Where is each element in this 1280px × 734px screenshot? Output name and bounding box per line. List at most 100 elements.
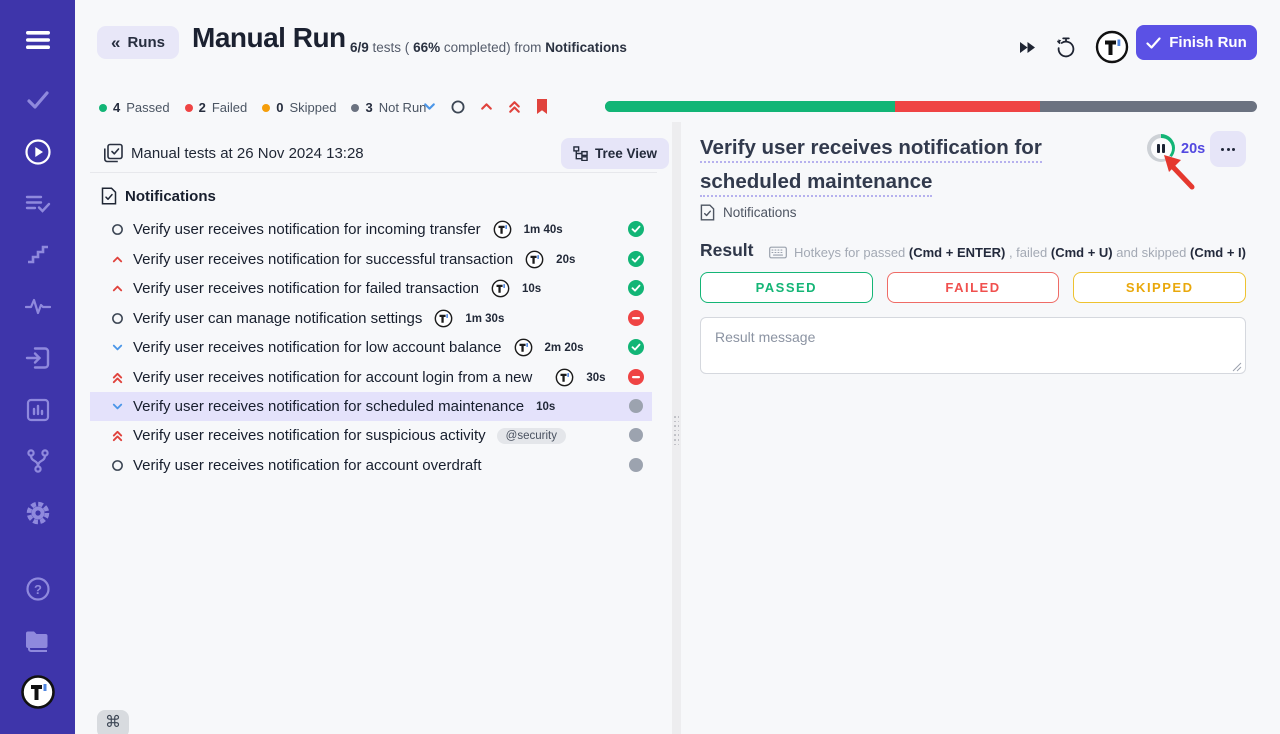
notrun-count: 3Not Run — [351, 100, 426, 115]
tree-icon — [573, 146, 588, 161]
test-row[interactable]: Verify user receives notification for in… — [90, 215, 652, 244]
progress-passed — [605, 101, 895, 112]
suite-doc-icon — [101, 187, 117, 205]
low-priority-icon — [110, 341, 124, 355]
status-notrun-icon — [628, 398, 644, 414]
critical-priority-icon — [110, 371, 124, 385]
elapsed-timer: 20s — [1181, 141, 1205, 157]
app-logo[interactable] — [0, 672, 75, 712]
duration-label: 1m 40s — [524, 224, 563, 236]
status-passed-icon — [628, 221, 644, 237]
assignee-badge — [491, 279, 510, 298]
result-message-input[interactable] — [700, 317, 1246, 374]
back-to-runs-button[interactable]: « Runs — [97, 26, 179, 59]
pause-icon — [1151, 138, 1172, 159]
failed-button[interactable]: FAILED — [887, 272, 1060, 303]
import-icon[interactable] — [0, 338, 75, 378]
status-passed-icon — [628, 251, 644, 267]
page-title: Manual Run — [192, 22, 346, 54]
normal-priority-icon — [110, 459, 124, 473]
steps-icon[interactable] — [0, 235, 75, 275]
critical-priority-icon — [110, 429, 124, 443]
duration-label: 10s — [522, 283, 541, 295]
failed-count: 2Failed — [185, 100, 248, 115]
normal-priority-icon — [110, 223, 124, 237]
high-priority-icon — [110, 282, 124, 296]
assignee-badge — [493, 220, 512, 239]
status-notrun-icon — [628, 427, 644, 443]
tree-view-button[interactable]: Tree View — [561, 138, 669, 169]
pulse-icon[interactable] — [0, 287, 75, 327]
passed-button[interactable]: PASSED — [700, 272, 873, 303]
skipped-count: 0Skipped — [262, 100, 336, 115]
test-row[interactable]: Verify user receives notification for lo… — [90, 333, 652, 362]
test-detail-title[interactable]: Verify user receives notification for sc… — [700, 131, 1140, 199]
failed-dot — [185, 104, 193, 112]
low-priority-icon[interactable] — [422, 99, 437, 114]
folder-icon[interactable] — [0, 621, 75, 661]
test-row[interactable]: Verify user receives notification for ac… — [90, 451, 652, 480]
assignee-badge — [525, 250, 544, 269]
check-icon[interactable] — [0, 80, 75, 120]
assignee-badge — [434, 309, 453, 328]
duration-label: 30s — [586, 372, 605, 384]
hotkeys-hint: Hotkeys for passed (Cmd + ENTER) , faile… — [700, 245, 1246, 260]
help-icon[interactable]: ? — [0, 569, 75, 609]
assignee-badge — [555, 368, 574, 387]
duration-label: 20s — [556, 254, 575, 266]
skipped-button[interactable]: SKIPPED — [1073, 272, 1246, 303]
sidebar: ? — [0, 0, 75, 734]
low-priority-icon — [110, 400, 124, 414]
test-row-selected[interactable]: Verify user receives notification for sc… — [90, 392, 652, 421]
status-passed-icon — [628, 280, 644, 296]
status-counts: 4Passed 2Failed 0Skipped 3Not Run — [99, 100, 426, 115]
status-passed-icon — [628, 339, 644, 355]
branch-icon[interactable] — [0, 441, 75, 481]
suite-notifications[interactable]: Notifications — [101, 187, 216, 205]
keyboard-icon — [769, 246, 787, 259]
test-row[interactable]: Verify user receives notification for su… — [90, 421, 652, 450]
bookmark-icon[interactable] — [535, 98, 549, 115]
status-failed-icon — [628, 310, 644, 326]
high-priority-icon[interactable] — [479, 99, 494, 114]
command-shortcut-button[interactable]: ⌘ — [97, 710, 129, 734]
duration-label: 1m 30s — [465, 313, 504, 325]
more-options-button[interactable] — [1210, 131, 1246, 167]
skipped-dot — [262, 104, 270, 112]
timer-icon[interactable] — [1055, 36, 1077, 59]
test-row[interactable]: Verify user receives notification for ac… — [90, 363, 652, 392]
breadcrumb[interactable]: Notifications — [700, 204, 797, 221]
app-root: ? « Runs Manual Run 6/9 tests ( 66% comp… — [0, 0, 1280, 734]
menu-icon[interactable] — [0, 20, 75, 60]
test-row[interactable]: Verify user can manage notification sett… — [90, 304, 652, 333]
fast-forward-icon[interactable] — [1018, 41, 1037, 54]
settings-gear-icon[interactable] — [0, 493, 75, 533]
doc-icon — [700, 204, 715, 221]
tag-badge: @security — [497, 428, 566, 444]
back-to-runs-label: Runs — [127, 34, 165, 51]
svg-text:?: ? — [34, 582, 42, 597]
brand-logo[interactable] — [1095, 30, 1129, 64]
resize-grip-dots — [674, 416, 679, 445]
test-row[interactable]: Verify user receives notification for fa… — [90, 274, 652, 303]
notrun-dot — [351, 104, 359, 112]
test-row[interactable]: Verify user receives notification for su… — [90, 245, 652, 274]
panel-resize-handle[interactable] — [672, 122, 681, 734]
test-list-icon[interactable] — [0, 184, 75, 224]
assignee-badge — [514, 338, 533, 357]
duration-label: 2m 20s — [545, 342, 584, 354]
passed-dot — [99, 104, 107, 112]
result-buttons: PASSED FAILED SKIPPED — [700, 272, 1246, 303]
passed-count: 4Passed — [99, 100, 170, 115]
run-name: Manual tests at 26 Nov 2024 13:28 — [131, 145, 364, 162]
duration-label: 10s — [536, 401, 555, 413]
status-notrun-icon — [628, 457, 644, 473]
critical-priority-icon[interactable] — [507, 99, 522, 115]
analytics-icon[interactable] — [0, 390, 75, 430]
normal-priority-icon[interactable] — [450, 99, 466, 115]
pause-timer-button[interactable] — [1147, 134, 1175, 162]
play-run-icon[interactable] — [0, 132, 75, 172]
finish-run-button[interactable]: Finish Run — [1136, 25, 1257, 60]
double-chevron-left-icon: « — [111, 34, 120, 51]
progress-failed — [895, 101, 1040, 112]
